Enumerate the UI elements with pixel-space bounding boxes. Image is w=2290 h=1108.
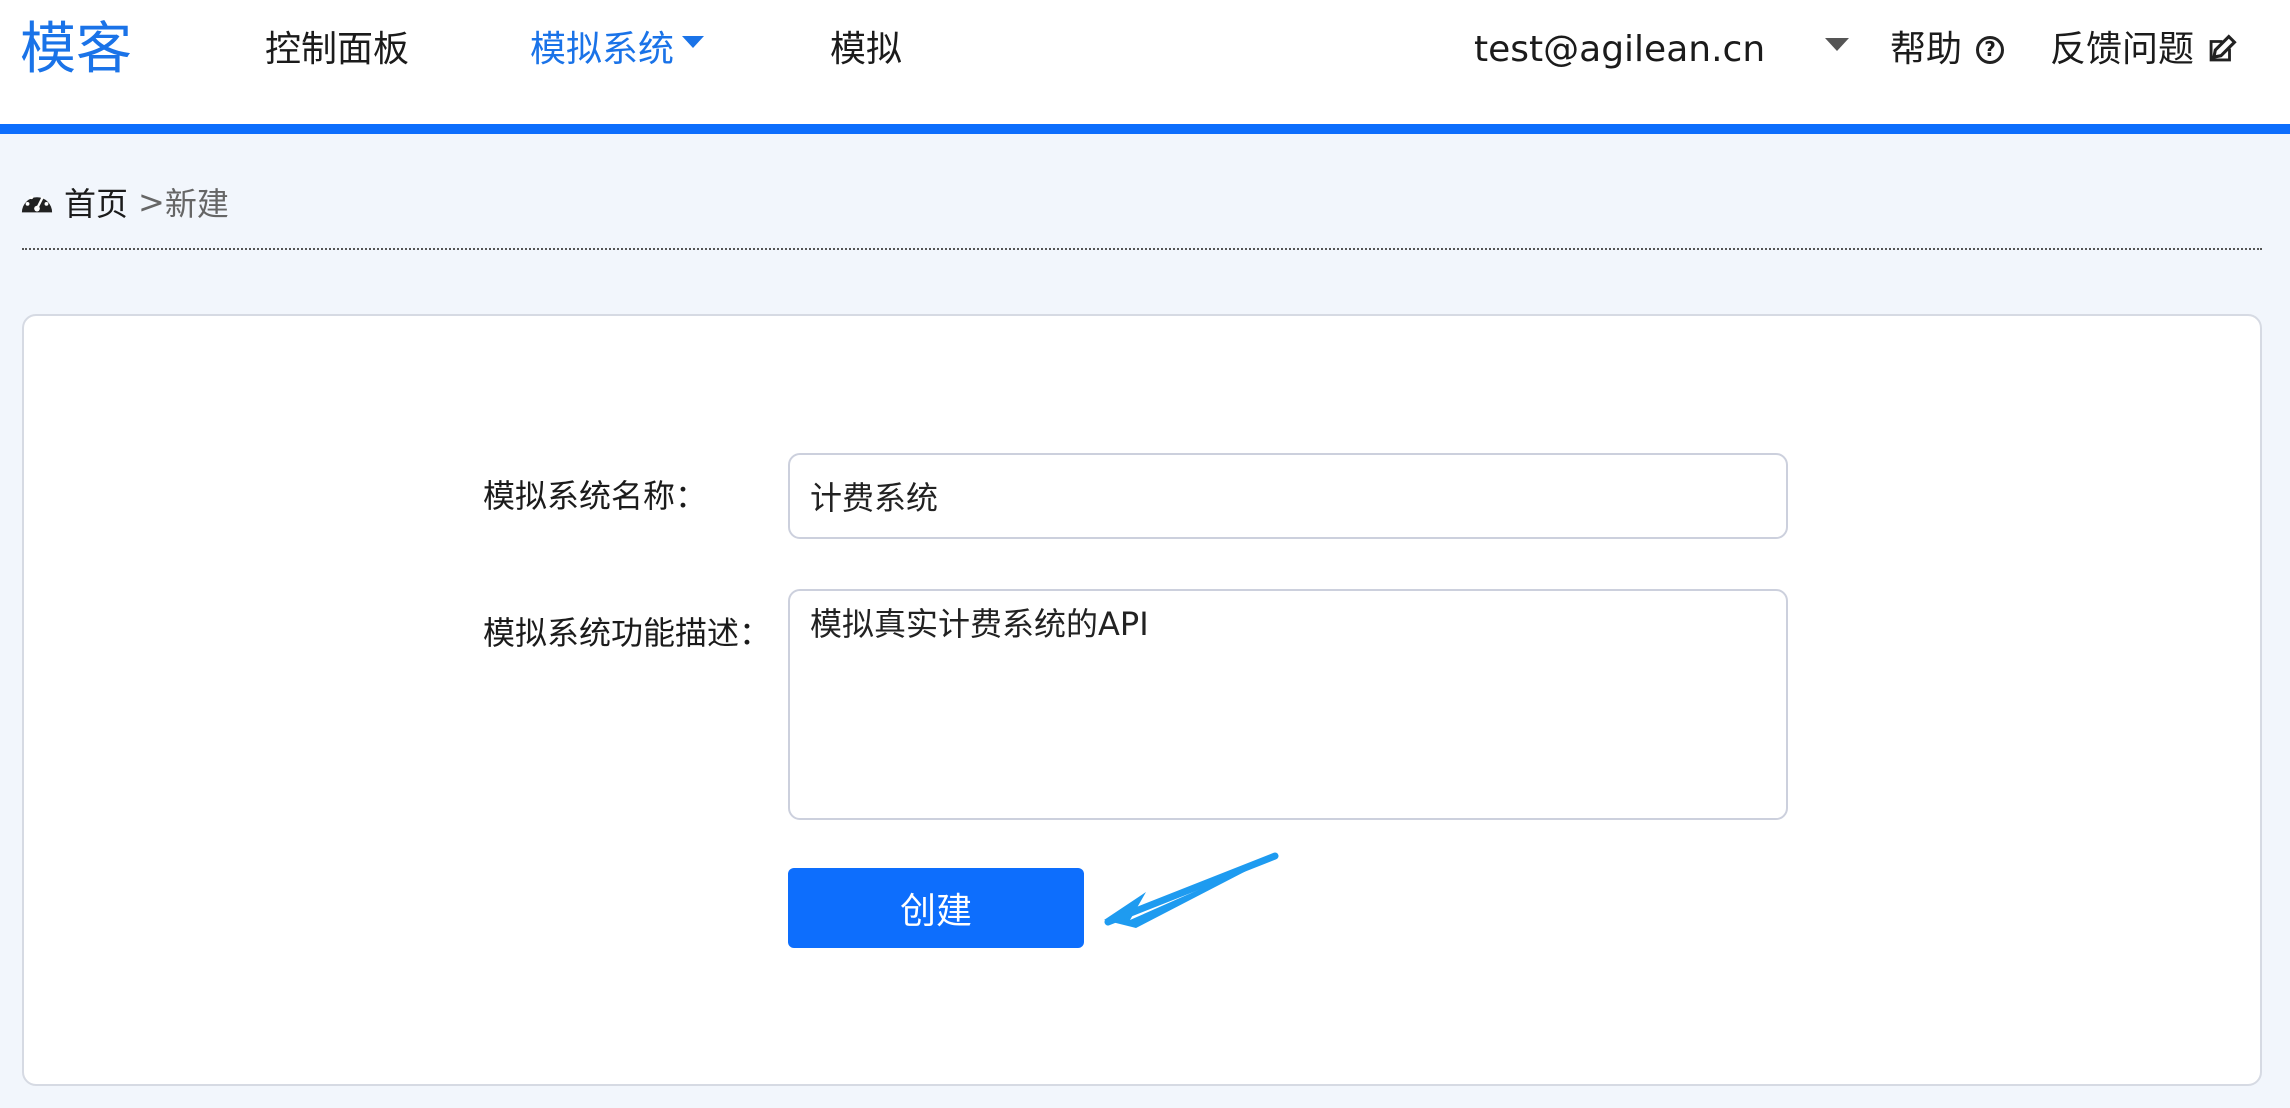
- user-menu-chevron-down-icon[interactable]: [1825, 38, 1849, 51]
- help-circle-icon: ?: [1976, 36, 2005, 64]
- system-name-input[interactable]: [788, 453, 1788, 539]
- edit-icon: [2209, 34, 2237, 62]
- breadcrumb: 首页 > 新建: [20, 176, 229, 228]
- description-label: 模拟系统功能描述：: [483, 614, 772, 652]
- system-description-textarea[interactable]: 模拟真实计费系统的API: [788, 589, 1788, 820]
- annotation-arrow: [1104, 852, 1279, 928]
- feedback-link[interactable]: 反馈问题: [2050, 22, 2238, 78]
- help-label: 帮助: [1890, 29, 1963, 70]
- nav-mock-systems-label: 模拟系统: [530, 29, 675, 70]
- breadcrumb-home[interactable]: 首页: [64, 179, 128, 225]
- create-button[interactable]: 创建: [788, 868, 1084, 948]
- name-label: 模拟系统名称：: [483, 477, 708, 515]
- top-navbar: 模客 控制面板 模拟系统 模拟 test@agilean.cn 帮助 ? 反馈问…: [0, 0, 2290, 134]
- breadcrumb-current: 新建: [164, 185, 229, 223]
- feedback-label: 反馈问题: [2050, 29, 2195, 70]
- help-link[interactable]: 帮助 ?: [1890, 22, 2005, 78]
- divider: [22, 248, 2262, 250]
- user-email[interactable]: test@agilean.cn: [1474, 22, 1765, 78]
- breadcrumb-separator: >: [138, 183, 165, 221]
- nav-mock[interactable]: 模拟: [830, 22, 902, 78]
- nav-dashboard[interactable]: 控制面板: [265, 22, 409, 78]
- chevron-down-icon: [682, 36, 705, 48]
- brand-logo[interactable]: 模客: [20, 14, 132, 86]
- dashboard-icon: [21, 195, 53, 213]
- nav-mock-systems[interactable]: 模拟系统: [530, 22, 705, 78]
